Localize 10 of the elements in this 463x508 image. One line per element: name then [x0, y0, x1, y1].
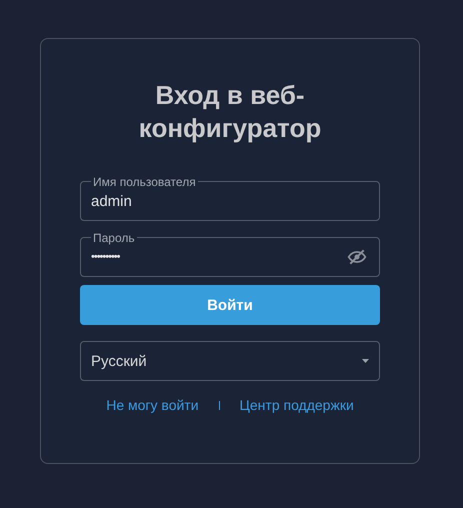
- field-label: Пароль: [91, 231, 137, 245]
- link[interactable]: Центр поддержки: [240, 397, 354, 413]
- field-value: admin: [91, 192, 133, 210]
- field-label: Имя пользователя: [91, 175, 198, 189]
- hidden-eye-icon[interactable]: [347, 247, 367, 267]
- language-select[interactable]: Русский: [80, 341, 380, 381]
- caret-icon: [362, 359, 369, 363]
- field-value: ••••••••••: [91, 251, 121, 263]
- page-title: Вход в веб-конфигуратор: [138, 79, 322, 145]
- link[interactable]: Не могу войти: [106, 397, 199, 413]
